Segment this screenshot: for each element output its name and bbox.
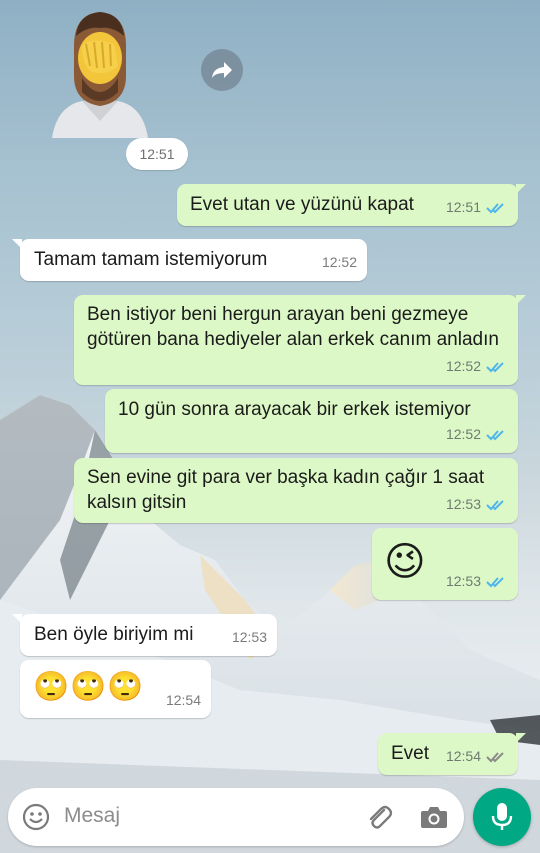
message-bubble[interactable]: Ben istiyor beni hergun arayan beni gezm… [74,295,526,385]
message-bubble[interactable]: Evet 12:54 [378,733,526,775]
emoji-icon[interactable] [22,803,50,831]
message-time: 12:53 [445,496,481,512]
message-time: 12:54 [165,692,201,708]
read-ticks-icon [486,429,504,440]
message-bubble[interactable]: Tamam tamam istemiyorum 12:52 [12,239,367,281]
message-text: 10 gün sonra arayacak bir erkek istemiyo… [118,399,471,420]
message-composer[interactable]: Mesaj [8,788,464,846]
message-time: 12:51 [445,199,481,215]
message-bubble[interactable]: Sen evine git para ver başka kadın çağır… [74,458,518,523]
voice-record-button[interactable] [473,788,531,846]
message-text: Ben öyle biriyim mi [34,624,194,645]
message-text: Sen evine git para ver başka kadın çağır… [87,467,485,513]
message-time: 12:54 [445,748,481,764]
message-text: Ben istiyor beni hergun arayan beni gezm… [87,304,499,350]
read-ticks-icon [486,361,504,372]
attach-icon[interactable] [364,802,394,832]
message-text: 🙄🙄🙄 [33,671,145,703]
facepalm-sticker[interactable] [52,6,148,138]
message-input[interactable]: Mesaj [64,804,120,828]
message-text: Evet utan ve yüzünü kapat [190,194,414,215]
message-time: 12:53 [231,629,267,645]
message-bubble[interactable]: Ben öyle biriyim mi 12:53 [12,614,277,656]
message-bubble[interactable]: 😉 12:53 [372,528,518,600]
read-ticks-icon [486,499,504,510]
mic-icon [491,803,513,830]
message-text: Tamam tamam istemiyorum [34,249,268,270]
message-time: 12:52 [445,358,481,374]
delivered-ticks-icon [486,751,504,762]
message-time: 12:52 [445,426,481,442]
read-ticks-icon [486,202,504,213]
message-text: 😉 [384,540,426,584]
forward-button[interactable] [201,49,243,91]
message-text: Evet [391,743,430,764]
camera-icon[interactable] [420,804,448,830]
sticker-time: 12:51 [126,138,188,170]
message-time: 12:53 [445,573,481,589]
message-time: 12:52 [321,254,357,270]
read-ticks-icon [486,576,504,587]
message-bubble[interactable]: 🙄🙄🙄 12:54 [20,660,211,718]
message-bubble[interactable]: Evet utan ve yüzünü kapat 12:51 [177,184,526,226]
message-bubble[interactable]: 10 gün sonra arayacak bir erkek istemiyo… [105,389,518,453]
forward-icon [212,62,232,78]
